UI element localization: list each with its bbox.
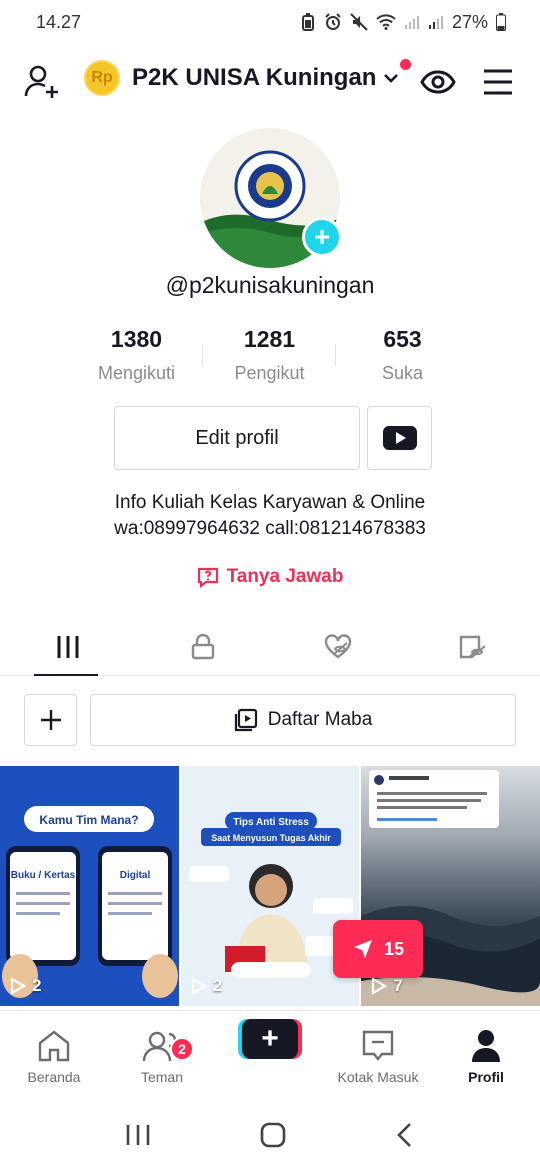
notification-dot	[400, 59, 411, 70]
play-count: 7	[371, 976, 403, 996]
play-count-value: 2	[212, 976, 223, 995]
stat-label: Pengikut	[234, 363, 305, 383]
stat-likes[interactable]: 653 Suka	[336, 326, 469, 384]
profile-icon	[472, 1030, 500, 1062]
bio-line: Info Kuliah Kelas Karyawan & Online	[114, 492, 426, 513]
home-button-icon[interactable]	[260, 1122, 286, 1148]
status-icons: 27%	[300, 12, 506, 33]
nav-inbox[interactable]: Kotak Masuk	[328, 1027, 428, 1085]
chevron-down-icon	[384, 74, 399, 83]
nav-profile[interactable]: Profil	[436, 1027, 536, 1085]
stat-label: Mengikuti	[97, 363, 176, 383]
signal-icon	[404, 16, 419, 29]
add-playlist-button[interactable]	[24, 694, 77, 746]
video-grid: Kamu Tim Mana? Buku / Kertas Digital 2 T…	[0, 766, 540, 1006]
username: @p2kunisakuningan	[165, 272, 375, 298]
video-cover: Kamu Tim Mana? Buku / Kertas Digital	[0, 766, 179, 1006]
tab-liked[interactable]	[270, 618, 405, 675]
play-icon	[191, 977, 207, 995]
plus-icon: +	[242, 1019, 298, 1059]
back-icon[interactable]	[395, 1122, 415, 1148]
signal-icon	[428, 16, 443, 29]
system-nav	[0, 1100, 540, 1170]
inbox-icon	[362, 1030, 394, 1061]
bio-line: wa:08997964632 call:081214678383	[114, 518, 426, 539]
tab-videos[interactable]	[0, 618, 135, 676]
play-count-value: 7	[393, 976, 403, 995]
profile-tabs	[0, 618, 540, 676]
stat-followers[interactable]: 1281 Pengikut	[203, 326, 336, 384]
account-switcher[interactable]: Rp P2K UNISA Kuningan	[84, 60, 400, 96]
add-user-icon	[24, 65, 58, 98]
qa-link[interactable]: Tanya Jawab	[0, 566, 540, 588]
play-count-value: 2	[32, 976, 42, 995]
plus-icon	[40, 710, 61, 730]
battery-saver-icon	[301, 13, 314, 31]
create-video-button[interactable]: +	[238, 1019, 302, 1059]
youtube-link-button[interactable]	[367, 406, 432, 470]
send-icon	[353, 940, 372, 958]
add-friend-button[interactable]	[22, 62, 62, 102]
nav-inbox-label: Kotak Masuk	[337, 1069, 419, 1085]
profile-stats: 1380 Mengikuti 1281 Pengikut 653 Suka	[70, 326, 470, 384]
status-time: 14.27	[36, 11, 82, 32]
add-avatar-button[interactable]: +	[302, 217, 342, 257]
nav-friends[interactable]: Teman 2	[112, 1027, 212, 1085]
coin-icon[interactable]: Rp	[84, 60, 120, 96]
hidden-heart-icon	[324, 633, 351, 658]
hidden-bookmark-icon	[459, 635, 486, 659]
share-count: 15	[383, 938, 405, 959]
stat-value: 1281	[243, 326, 296, 352]
mute-icon	[350, 13, 368, 31]
nav-home[interactable]: Beranda	[4, 1027, 104, 1085]
battery-percent: 27%	[451, 11, 488, 32]
stat-value: 653	[383, 326, 422, 352]
friends-badge: 2	[170, 1037, 194, 1061]
stat-label: Suka	[381, 363, 424, 383]
play-icon	[10, 977, 26, 995]
video-thumbnail[interactable]: Kamu Tim Mana? Buku / Kertas Digital 2	[0, 766, 179, 1006]
grid-icon	[57, 635, 78, 658]
recent-apps-icon[interactable]	[125, 1123, 151, 1147]
lock-icon	[191, 633, 214, 659]
nav-home-label: Beranda	[27, 1069, 81, 1085]
playlist-daftar-maba[interactable]: Daftar Maba	[90, 694, 516, 746]
hamburger-menu-icon	[484, 69, 512, 95]
cover-left-label: Buku / Kertas	[11, 870, 76, 881]
qa-label: Tanya Jawab	[226, 566, 344, 587]
playlist-icon	[234, 708, 257, 732]
profile-views-button[interactable]	[420, 64, 456, 100]
page-title: P2K UNISA Kuningan	[132, 64, 377, 91]
nav-friends-label: Teman	[140, 1069, 184, 1085]
share-button[interactable]: 15	[333, 920, 423, 978]
tab-favorites[interactable]	[405, 618, 540, 675]
playlist-label: Daftar Maba	[267, 709, 373, 730]
wifi-icon	[376, 14, 396, 30]
play-count: 2	[191, 976, 222, 996]
battery-icon	[496, 13, 506, 31]
eye-icon	[420, 70, 456, 94]
stat-value: 1380	[110, 326, 163, 352]
cover-right-label: Digital	[120, 870, 151, 881]
bio: Info Kuliah Kelas Karyawan & Online wa:0…	[0, 490, 540, 542]
alarm-icon	[325, 13, 341, 30]
home-icon	[38, 1030, 70, 1062]
play-icon	[372, 977, 388, 995]
edit-profile-button[interactable]: Edit profil	[114, 406, 360, 470]
youtube-icon	[382, 426, 417, 450]
play-count: 2	[10, 976, 41, 996]
question-bubble-icon	[197, 567, 218, 588]
status-bar: 14.27 27%	[0, 0, 540, 44]
cover-subheadline: Saat Menyusun Tugas Akhir	[211, 833, 331, 843]
profile-header: Rp P2K UNISA Kuningan	[0, 56, 540, 106]
menu-button[interactable]	[482, 66, 514, 98]
cover-headline: Tips Anti Stress	[233, 817, 309, 828]
cover-headline: Kamu Tim Mana?	[39, 813, 138, 827]
nav-profile-label: Profil	[468, 1069, 504, 1085]
stat-following[interactable]: 1380 Mengikuti	[70, 326, 203, 384]
tab-private[interactable]	[135, 618, 270, 675]
